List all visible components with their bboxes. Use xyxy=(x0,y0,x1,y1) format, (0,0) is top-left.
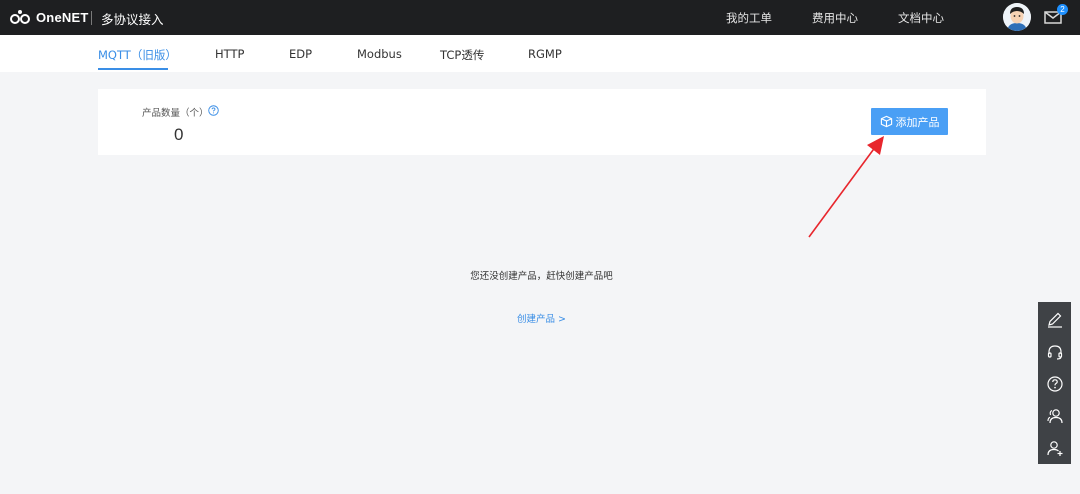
tab-http[interactable]: HTTP xyxy=(215,47,244,61)
question-circle-icon[interactable] xyxy=(208,105,219,116)
cube-icon xyxy=(880,115,892,128)
side-help-button[interactable] xyxy=(1038,368,1071,400)
side-support-button[interactable] xyxy=(1038,336,1071,368)
side-add-user-button[interactable] xyxy=(1038,432,1071,464)
side-edit-button[interactable] xyxy=(1038,304,1071,336)
product-count-label: 产品数量（个） xyxy=(142,108,209,119)
user-avatar[interactable] xyxy=(1003,3,1031,31)
floating-side-toolbar xyxy=(1038,302,1071,464)
help-icon xyxy=(1046,376,1063,392)
page-title: 多协议接入 xyxy=(101,12,164,27)
tab-rgmp[interactable]: RGMP xyxy=(528,47,562,61)
active-tab-indicator xyxy=(98,68,168,70)
side-community-button[interactable] xyxy=(1038,400,1071,432)
annotation-arrow xyxy=(808,136,884,238)
tab-edp[interactable]: EDP xyxy=(289,47,312,61)
nav-billing-center[interactable]: 费用中心 xyxy=(812,10,858,26)
onenet-logo[interactable]: OneNET xyxy=(10,9,88,25)
top-bar: OneNET 多协议接入 我的工单 费用中心 文档中心 2 xyxy=(0,0,1080,35)
tab-tcp-passthrough[interactable]: TCP透传 xyxy=(440,47,484,63)
nav-my-tickets[interactable]: 我的工单 xyxy=(726,10,772,26)
add-product-button[interactable]: 添加产品 xyxy=(871,108,948,135)
avatar-image xyxy=(1003,3,1031,31)
protocol-tab-bar: MQTT（旧版） HTTP EDP Modbus TCP透传 RGMP xyxy=(0,35,1080,72)
logo-text: OneNET xyxy=(36,9,89,25)
tab-mqtt-legacy[interactable]: MQTT（旧版） xyxy=(98,47,177,63)
headset-icon xyxy=(1047,345,1062,360)
add-user-icon xyxy=(1046,441,1062,456)
edit-icon xyxy=(1047,312,1062,328)
create-product-link[interactable]: 创建产品 > xyxy=(0,311,1080,325)
mail-badge: 2 xyxy=(1057,4,1068,15)
onenet-logo-icon xyxy=(10,10,30,24)
tab-modbus[interactable]: Modbus xyxy=(357,47,402,61)
community-icon xyxy=(1046,409,1063,424)
nav-docs-center[interactable]: 文档中心 xyxy=(898,10,944,26)
divider xyxy=(91,11,92,25)
empty-state-message: 您还没创建产品，赶快创建产品吧 xyxy=(470,271,613,282)
product-summary-card: 产品数量（个） 0 添加产品 xyxy=(98,89,986,155)
product-count-value: 0 xyxy=(174,125,184,144)
add-product-label: 添加产品 xyxy=(895,115,940,129)
